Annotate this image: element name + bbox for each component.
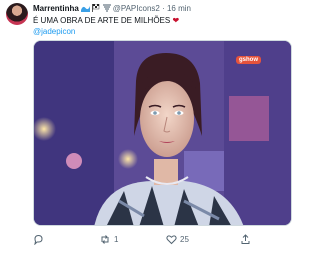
retweet-button[interactable]: 1 xyxy=(99,232,118,246)
wave-emoji-icon xyxy=(81,4,91,15)
like-button[interactable]: 25 xyxy=(166,232,189,246)
retweet-count: 1 xyxy=(114,234,119,244)
retweet-icon xyxy=(99,234,111,245)
tornado-icon xyxy=(102,4,111,15)
display-name[interactable]: Marrentinha xyxy=(33,4,79,13)
share-button[interactable] xyxy=(240,232,251,246)
tweet-header: Marrentinha @PAPIcons2 · 16 min xyxy=(33,3,294,15)
action-bar: 1 25 xyxy=(33,232,292,246)
red-heart-icon: ❤ xyxy=(172,16,180,25)
checkered-flag-icon xyxy=(92,3,100,15)
heart-icon xyxy=(166,234,177,245)
avatar[interactable] xyxy=(6,3,28,25)
handle[interactable]: @PAPIcons2 xyxy=(113,4,160,13)
reply-button[interactable] xyxy=(33,232,47,246)
media-watermark: gshow xyxy=(236,56,261,64)
like-count: 25 xyxy=(180,234,189,244)
separator: · xyxy=(162,4,165,13)
tweet-text: É UMA OBRA DE ARTE DE MILHÕES ❤ xyxy=(33,15,179,26)
tweet-body: É UMA OBRA DE ARTE DE MILHÕES xyxy=(33,16,171,25)
mention-link[interactable]: @jadepicon xyxy=(33,26,75,37)
tweet-media-photo[interactable]: gshow xyxy=(33,40,292,226)
reply-icon xyxy=(33,234,44,245)
share-icon xyxy=(240,233,251,245)
photo-illustration xyxy=(34,41,291,225)
timestamp[interactable]: 16 min xyxy=(167,4,191,13)
